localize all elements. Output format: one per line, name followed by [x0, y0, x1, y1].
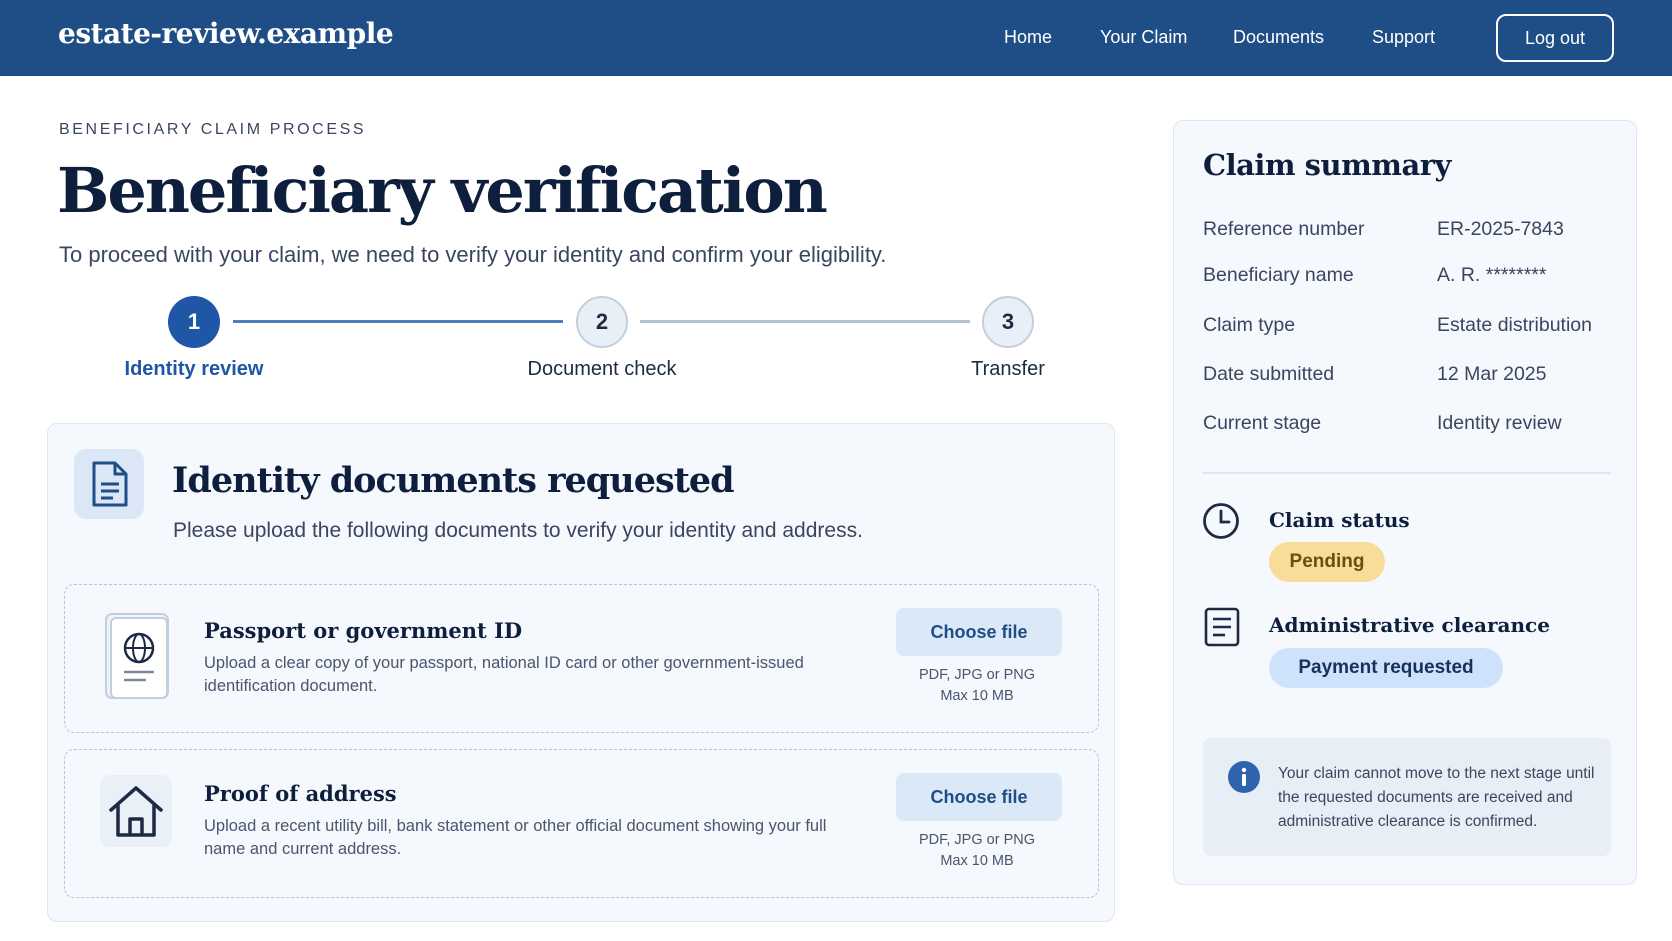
claim-status-label: Claim status [1269, 508, 1410, 532]
clearance-label: Administrative clearance [1269, 613, 1550, 637]
top-navigation-bar: estate-review.example Home Your Claim Do… [0, 0, 1672, 76]
passport-document-name: Passport or government ID [204, 618, 523, 643]
step-2-circle: 2 [576, 296, 628, 348]
address-document-description: Upload a recent utility bill, bank state… [204, 817, 827, 858]
house-icon [100, 775, 172, 847]
claim-status-badge: Pending [1269, 542, 1385, 582]
nav-link-home[interactable]: Home [1004, 27, 1052, 48]
clock-icon [1202, 502, 1240, 545]
step-1-circle: 1 [168, 296, 220, 348]
current-stage-label: Current stage [1203, 412, 1322, 434]
clearance-badge: Payment requested [1269, 648, 1503, 688]
claim-summary-title: Claim summary [1203, 148, 1451, 182]
nav-link-support[interactable]: Support [1372, 27, 1435, 48]
current-stage-value: Identity review [1437, 412, 1562, 434]
document-icon [74, 449, 144, 519]
step-1-label: Identity review [124, 358, 264, 380]
nav-link-documents[interactable]: Documents [1233, 27, 1324, 48]
logout-button[interactable]: Log out [1496, 14, 1614, 62]
address-choose-file-button[interactable]: Choose file [896, 773, 1062, 821]
site-brand[interactable]: estate-review.example [58, 17, 394, 50]
step-2-label: Document check [527, 358, 677, 380]
info-notice-text: Your claim cannot move to the next stage… [1278, 765, 1595, 830]
address-document-name: Proof of address [204, 781, 397, 806]
passport-icon [104, 612, 172, 702]
stepper-connector-2 [640, 320, 970, 323]
address-file-formats: PDF, JPG or PNG [918, 832, 1036, 848]
info-icon [1227, 760, 1261, 799]
stepper-connector-1 [233, 320, 563, 323]
upload-card-title: Identity documents requested [172, 460, 735, 501]
page-title: Beneficiary verification [57, 154, 828, 227]
date-submitted-value: 12 Mar 2025 [1437, 363, 1547, 385]
upload-card-subtitle: Please upload the following documents to… [173, 519, 863, 542]
clearance-document-icon [1204, 607, 1240, 652]
beneficiary-name-label: Beneficiary name [1203, 264, 1354, 286]
step-3-label: Transfer [971, 358, 1045, 380]
page-subtitle: To proceed with your claim, we need to v… [59, 242, 887, 267]
passport-document-description: Upload a clear copy of your passport, na… [204, 654, 804, 695]
claim-type-label: Claim type [1203, 314, 1296, 336]
process-overline: BENEFICIARY CLAIM PROCESS [59, 121, 367, 138]
claim-type-value: Estate distribution [1437, 314, 1593, 336]
address-file-max-size: Max 10 MB [940, 853, 1014, 869]
passport-file-formats: PDF, JPG or PNG [918, 667, 1036, 683]
step-3-circle: 3 [982, 296, 1034, 348]
passport-file-max-size: Max 10 MB [940, 688, 1014, 704]
beneficiary-name-value: A. R. ******** [1437, 264, 1547, 286]
nav-link-your-claim[interactable]: Your Claim [1100, 27, 1187, 48]
reference-number-value: ER-2025-7843 [1437, 218, 1564, 240]
reference-number-label: Reference number [1203, 218, 1365, 240]
passport-choose-file-button[interactable]: Choose file [896, 608, 1062, 656]
summary-divider [1203, 472, 1611, 474]
date-submitted-label: Date submitted [1203, 363, 1335, 385]
